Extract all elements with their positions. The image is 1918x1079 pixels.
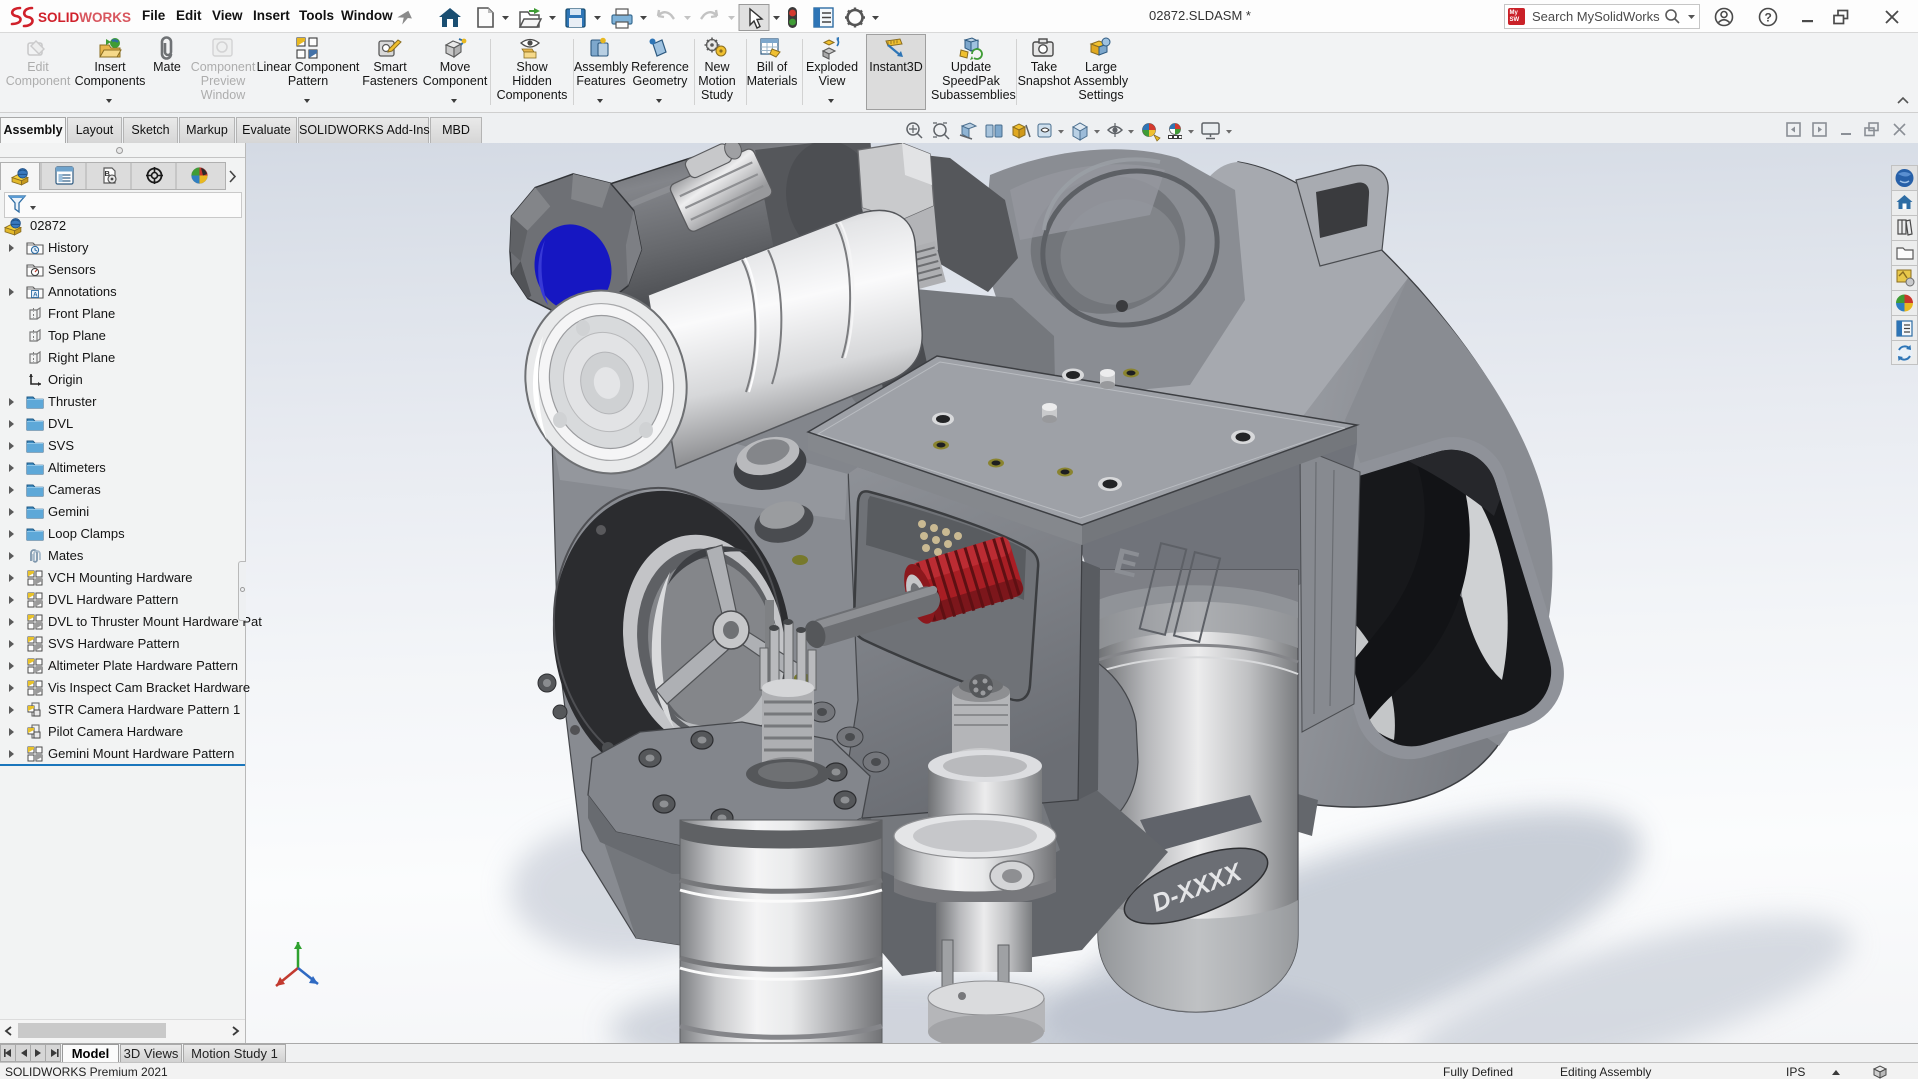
- svg-text:B: B: [105, 169, 111, 178]
- svg-text:SOLIDWORKS: SOLIDWORKS: [38, 10, 131, 25]
- svg-text:?: ?: [1765, 11, 1772, 25]
